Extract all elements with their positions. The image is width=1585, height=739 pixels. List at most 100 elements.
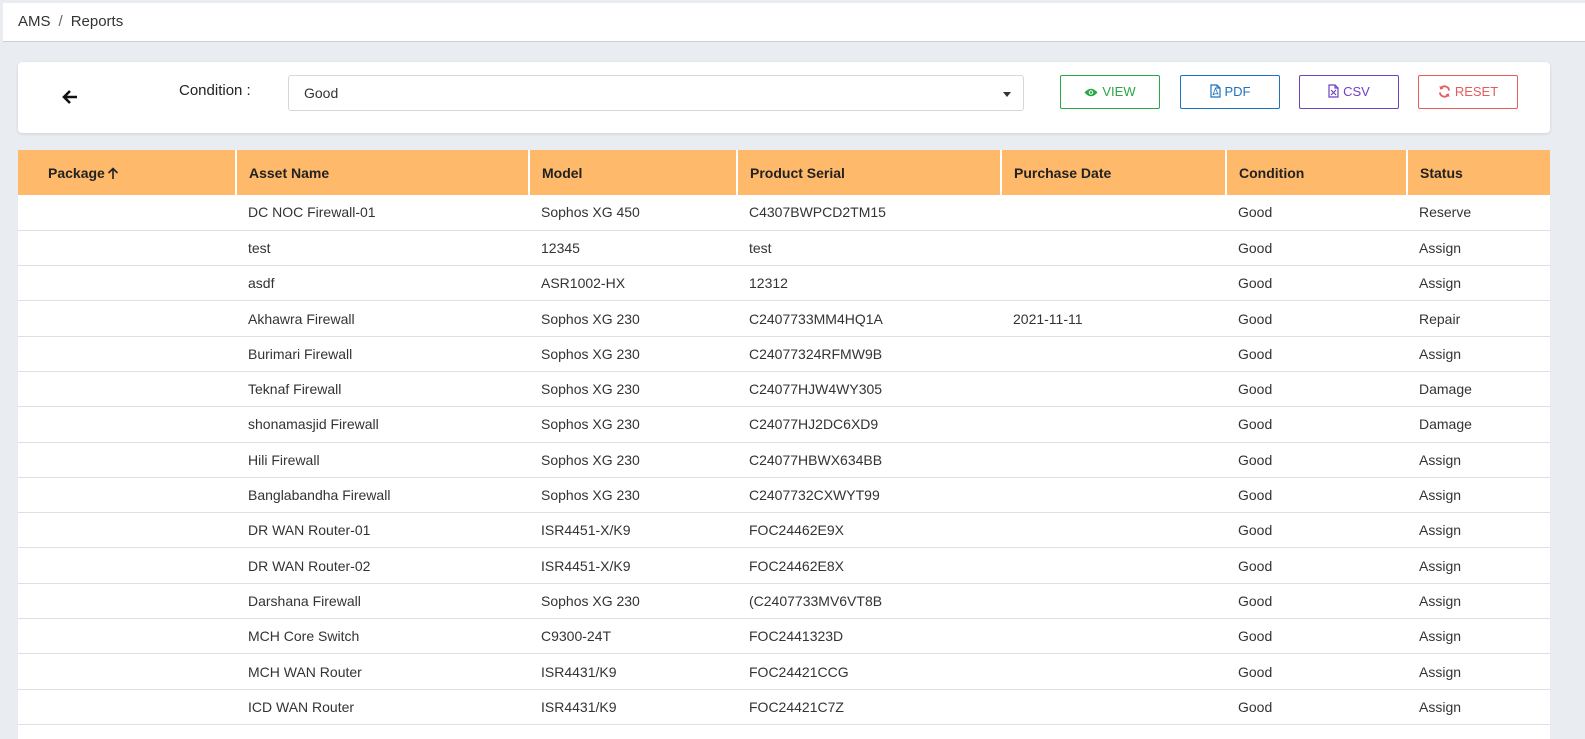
cell-asset-name: ICD WAN Router <box>236 689 529 725</box>
table-row[interactable]: test 12345 test Good Assign <box>18 230 1550 267</box>
cell-asset-name: MCH Core Switch <box>236 618 529 655</box>
table-row[interactable]: shonamasjid Firewall Sophos XG 230 C24077H… <box>18 406 1550 443</box>
table-row[interactable]: asdf ASR1002-HX 12312 Good Assign <box>18 265 1550 302</box>
cell-product-serial: FOC24462E8X <box>737 547 1001 584</box>
cell-status: Assign <box>1407 512 1550 549</box>
cell-package <box>18 477 236 514</box>
column-header-product-serial[interactable]: Product Serial <box>737 150 1002 195</box>
cell-package <box>18 371 236 408</box>
refresh-icon <box>1438 85 1450 98</box>
cell-status <box>1407 724 1550 739</box>
cell-purchase-date <box>1001 724 1226 739</box>
cell-status: Assign <box>1407 442 1550 478</box>
cell-purchase-date <box>1001 442 1226 478</box>
back-button[interactable] <box>62 89 82 107</box>
pdf-button[interactable]: PDF <box>1180 75 1280 109</box>
arrow-left-icon <box>62 90 77 104</box>
cell-package <box>18 547 236 584</box>
cell-product-serial: 12312 <box>737 265 1001 302</box>
reset-button[interactable]: RESET <box>1418 75 1518 109</box>
cell-model: Sophos XG 230 <box>529 300 737 337</box>
cell-condition: Good <box>1226 230 1407 267</box>
cell-package <box>18 442 236 478</box>
column-header-status[interactable]: Status <box>1407 150 1550 195</box>
cell-package <box>18 406 236 443</box>
table-row[interactable]: Akhawra Firewall Sophos XG 230 C2407733MM4… <box>18 300 1550 337</box>
cell-model: Sophos XG 230 <box>529 477 737 514</box>
cell-model: ASR1002-HX <box>529 265 737 302</box>
file-excel-icon <box>1328 84 1339 98</box>
report-table: Package Asset Name Model Product Serial … <box>18 150 1550 739</box>
cell-model: ISR4451-X/K9 <box>529 512 737 549</box>
cell-purchase-date <box>1001 653 1226 690</box>
table-row[interactable]: Darshana Firewall Sophos XG 230 (C2407733M… <box>18 583 1550 620</box>
arrow-up-icon <box>107 166 118 179</box>
cell-condition: Good <box>1226 300 1407 337</box>
cell-product-serial: C4307BWPCD2TM15 <box>737 195 1001 231</box>
condition-selected-value: Good <box>304 85 339 101</box>
eye-icon <box>1084 88 1098 97</box>
cell-model: Sophos XG 230 <box>529 371 737 408</box>
column-header-asset-name[interactable]: Asset Name <box>236 150 530 195</box>
cell-product-serial: C24077HBWX634BB <box>737 442 1001 478</box>
breadcrumb: AMS / Reports <box>18 13 123 30</box>
column-header-purchase-date[interactable]: Purchase Date <box>1001 150 1227 195</box>
cell-purchase-date <box>1001 583 1226 620</box>
cell-asset-name: DC NOC Firewall-01 <box>236 195 529 231</box>
table-row[interactable]: Banglabandha Firewall Sophos XG 230 C24077… <box>18 477 1550 514</box>
table-header-row: Package Asset Name Model Product Serial … <box>18 150 1550 195</box>
cell-asset-name: DR WAN Router-01 <box>236 512 529 549</box>
table-row[interactable]: DR WAN Router-01 ISR4451-X/K9 FOC24462E9X G… <box>18 512 1550 549</box>
cell-product-serial: test <box>737 230 1001 267</box>
breadcrumb-ams[interactable]: AMS <box>18 13 51 30</box>
cell-asset-name: Burimari Firewall <box>236 336 529 372</box>
file-pdf-icon <box>1209 84 1221 98</box>
table-row[interactable] <box>18 724 1550 739</box>
column-header-model[interactable]: Model <box>529 150 738 195</box>
condition-label: Condition : <box>179 82 251 99</box>
cell-status: Assign <box>1407 653 1550 690</box>
cell-purchase-date <box>1001 230 1226 267</box>
cell-product-serial: (C2407733MV6VT8B <box>737 583 1001 620</box>
table-row[interactable]: Teknaf Firewall Sophos XG 230 C24077HJW4WY… <box>18 371 1550 408</box>
cell-product-serial: C2407732CXWYT99 <box>737 477 1001 514</box>
cell-condition: Good <box>1226 547 1407 584</box>
cell-product-serial: C24077HJW4WY305 <box>737 371 1001 408</box>
column-header-package[interactable]: Package <box>18 150 237 195</box>
csv-button[interactable]: CSV <box>1299 75 1399 109</box>
cell-condition: Good <box>1226 583 1407 620</box>
view-button[interactable]: VIEW <box>1060 75 1160 109</box>
table-row[interactable]: ICD WAN Router ISR4431/K9 FOC24421C7Z Good A… <box>18 689 1550 725</box>
cell-asset-name: Hili Firewall <box>236 442 529 478</box>
table-row[interactable]: DC NOC Firewall-01 Sophos XG 450 C4307BWPC… <box>18 195 1550 231</box>
cell-asset-name: MCH WAN Router <box>236 653 529 690</box>
cell-status: Assign <box>1407 265 1550 302</box>
cell-package <box>18 653 236 690</box>
cell-purchase-date <box>1001 477 1226 514</box>
table-row[interactable]: Hili Firewall Sophos XG 230 C24077HBWX634B… <box>18 442 1550 478</box>
cell-status: Assign <box>1407 477 1550 514</box>
cell-product-serial <box>737 724 1001 739</box>
cell-package <box>18 230 236 267</box>
table-row[interactable]: MCH Core Switch C9300-24T FOC2441323D Good A… <box>18 618 1550 655</box>
cell-package <box>18 724 236 739</box>
table-row[interactable]: Burimari Firewall Sophos XG 230 C24077324R… <box>18 336 1550 372</box>
cell-status: Damage <box>1407 371 1550 408</box>
column-header-condition[interactable]: Condition <box>1226 150 1408 195</box>
cell-asset-name <box>236 724 529 739</box>
cell-asset-name: Darshana Firewall <box>236 583 529 620</box>
top-bar: AMS / Reports <box>3 3 1585 42</box>
table-row[interactable]: DR WAN Router-02 ISR4451-X/K9 FOC24462E8X G… <box>18 547 1550 584</box>
cell-condition: Good <box>1226 618 1407 655</box>
cell-purchase-date <box>1001 512 1226 549</box>
cell-status: Assign <box>1407 618 1550 655</box>
condition-select[interactable]: Good <box>288 75 1024 111</box>
cell-condition: Good <box>1226 371 1407 408</box>
cell-model: ISR4431/K9 <box>529 689 737 725</box>
cell-purchase-date <box>1001 195 1226 231</box>
table-row[interactable]: MCH WAN Router ISR4431/K9 FOC24421CCG Good A… <box>18 653 1550 690</box>
cell-status: Repair <box>1407 300 1550 337</box>
column-header-label: Package <box>48 164 105 181</box>
cell-product-serial: FOC24421CCG <box>737 653 1001 690</box>
cell-purchase-date: 2021-11-11 <box>1001 300 1226 337</box>
